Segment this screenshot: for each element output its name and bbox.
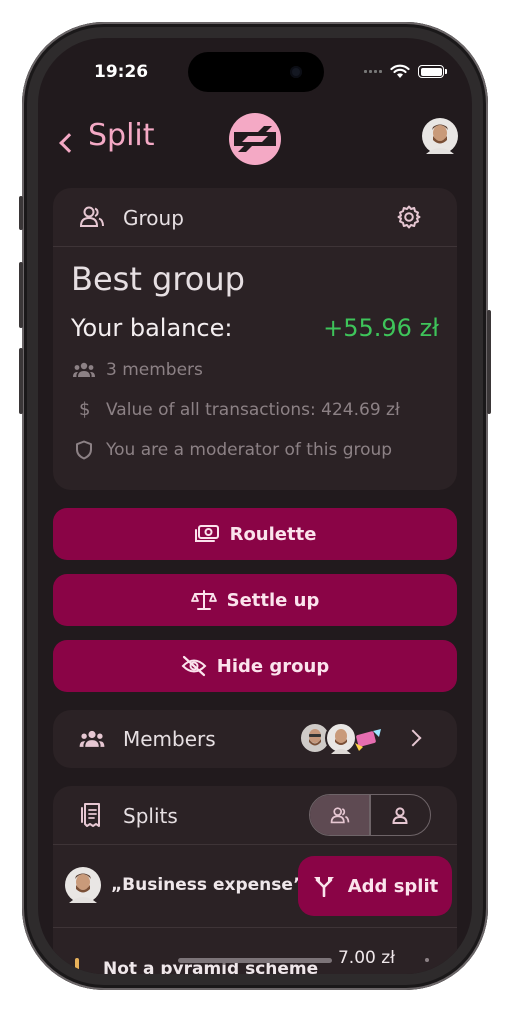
group-card: Group Best group Your balance: +55.96 zł… [53, 188, 457, 490]
moderator-text: You are a moderator of this group [106, 440, 393, 460]
splits-filter-toggle [309, 794, 431, 836]
member-avatar [355, 729, 381, 751]
filter-group-option[interactable] [310, 795, 370, 835]
person-icon [392, 806, 408, 824]
dollar-icon: $ [79, 399, 91, 420]
volume-down-button [19, 348, 23, 414]
members-count: 3 members [106, 360, 203, 380]
mute-switch [19, 196, 23, 230]
add-split-button[interactable]: Add split [298, 856, 452, 916]
wifi-icon [390, 64, 410, 78]
back-button[interactable]: Split [38, 118, 178, 162]
transactions-value: Value of all transactions: 424.69 zł [106, 400, 400, 420]
avatar [65, 867, 101, 903]
roulette-button[interactable]: Roulette [53, 508, 457, 560]
settle-up-button[interactable]: Settle up [53, 574, 457, 626]
split-color-marker [75, 958, 79, 972]
balance-label: Your balance: [71, 314, 233, 342]
dynamic-island [188, 52, 324, 92]
battery-icon [418, 65, 447, 78]
back-label: Split [88, 118, 155, 153]
settle-up-label: Settle up [226, 589, 320, 611]
status-icons [364, 64, 447, 79]
members-group-icon [73, 362, 95, 377]
members-row[interactable]: Members [53, 710, 457, 768]
camera-icon [290, 66, 302, 78]
receipt-icon [81, 803, 100, 827]
gear-icon[interactable] [397, 205, 421, 229]
scale-icon [190, 590, 217, 610]
group-card-header: Group [53, 188, 457, 246]
group-person-icon [330, 806, 349, 823]
power-button [487, 310, 491, 414]
shield-icon [76, 440, 92, 460]
members-label: Members [123, 727, 216, 751]
chevron-left-icon [59, 133, 79, 153]
volume-up-button [19, 262, 23, 328]
split-arrows-icon [313, 877, 334, 897]
members-icon [79, 730, 105, 747]
member-avatars [299, 722, 389, 756]
hide-group-button[interactable]: Hide group [53, 640, 457, 692]
chevron-right-icon [404, 729, 422, 747]
group-name: Best group [71, 260, 245, 298]
balance-value: +55.96 zł [323, 314, 439, 342]
eye-off-icon [181, 655, 207, 677]
status-time: 19:26 [94, 62, 149, 82]
add-split-label: Add split [347, 875, 439, 897]
cash-icon [194, 525, 219, 542]
group-card-divider [53, 246, 457, 247]
app-header: Split [38, 113, 472, 174]
roulette-label: Roulette [229, 523, 317, 545]
app-logo [229, 113, 281, 165]
cellular-signal-icon [364, 70, 382, 73]
home-indicator[interactable] [178, 958, 332, 963]
app-screen: 19:26 Split Group Best group Your balanc… [38, 38, 472, 974]
splits-title: Splits [123, 804, 178, 828]
group-person-icon [79, 206, 104, 227]
split-list-item[interactable]: Not a pyramid scheme 7.00 zł [53, 928, 457, 974]
split-amount: 7.00 zł [337, 948, 395, 968]
user-avatar[interactable] [422, 118, 458, 154]
hide-group-label: Hide group [216, 655, 330, 677]
split-title: „Business expense” [111, 875, 305, 895]
group-section-title: Group [123, 206, 184, 230]
more-options-icon[interactable] [425, 958, 429, 962]
filter-personal-option[interactable] [371, 795, 430, 835]
